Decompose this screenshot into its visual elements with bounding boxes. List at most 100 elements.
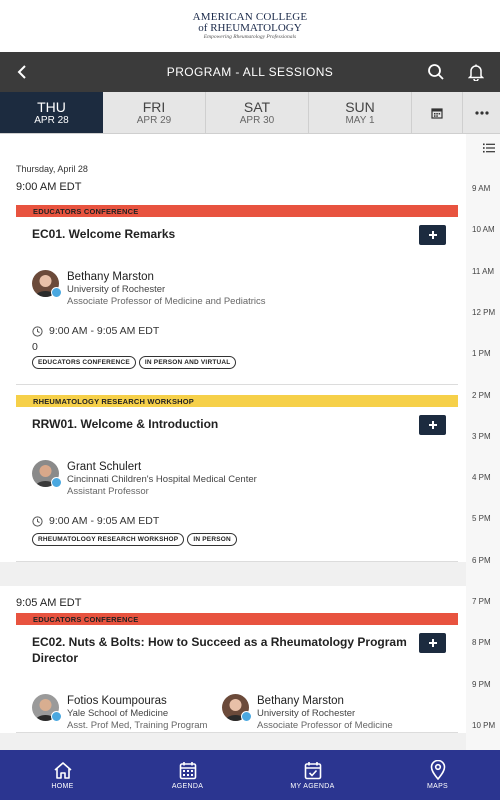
speaker-name: Grant Schulert (67, 461, 142, 473)
hour-label: 11 AM (472, 266, 495, 276)
track-label: EDUCATORS CONFERENCE (16, 613, 458, 625)
clock-icon (32, 515, 43, 527)
avatar (32, 694, 62, 722)
tag: EDUCATORS CONFERENCE (32, 356, 136, 369)
calendar-button[interactable] (412, 92, 463, 133)
day-tabs: THU APR 28 FRI APR 29 SAT APR 30 SUN MAY… (0, 92, 500, 134)
nav-label: HOME (51, 782, 74, 790)
tab-day-name: SUN (345, 98, 375, 115)
session-time-text: 9:00 AM - 9:05 AM EDT (49, 325, 160, 337)
hour-label: 10 PM (472, 720, 496, 730)
session-extra: 0 (32, 341, 38, 353)
tab-day-name: FRI (142, 98, 166, 115)
list-view-icon[interactable] (483, 143, 495, 153)
calendar-check-icon (304, 761, 321, 779)
speaker-name: Bethany Marston (257, 695, 344, 707)
tab-day-date: APR 30 (239, 114, 275, 126)
home-icon (53, 761, 72, 779)
more-options-button[interactable] (463, 92, 500, 133)
session-title[interactable]: EC02. Nuts & Bolts: How to Succeed as a … (32, 634, 412, 666)
session-title[interactable]: RRW01. Welcome & Introduction (32, 416, 412, 432)
hour-label: 9 AM (472, 184, 491, 193)
search-icon (428, 64, 444, 80)
speaker-org: University of Rochester (257, 708, 356, 719)
plus-icon (428, 639, 437, 647)
hour-label: 1 PM (472, 349, 491, 359)
session-card[interactable]: EDUCATORS CONFERENCE EC02. Nuts & Bolts:… (16, 613, 458, 733)
back-button[interactable] (4, 52, 40, 92)
chevron-left-icon (17, 65, 26, 79)
speaker-role: Associate Professor of Medicine (257, 720, 393, 731)
avatar (32, 460, 62, 488)
search-button[interactable] (418, 52, 454, 92)
bottom-nav: HOME AGENDA MY AGENDA MAPS (0, 750, 500, 800)
add-to-agenda-button[interactable] (419, 415, 446, 435)
virtual-badge-icon (51, 711, 62, 722)
add-to-agenda-button[interactable] (419, 633, 446, 653)
tab-day-name: SAT (243, 98, 271, 115)
add-to-agenda-button[interactable] (419, 225, 446, 245)
bell-icon (468, 64, 484, 81)
tab-day-name: THU (37, 98, 66, 115)
brand-header: AMERICAN COLLEGE of RHEUMATOLOGY Empower… (0, 0, 500, 52)
plus-icon (428, 421, 437, 429)
calendar-icon (431, 107, 443, 119)
hour-label: 7 PM (472, 597, 491, 606)
session-title[interactable]: EC01. Welcome Remarks (32, 226, 412, 242)
sessions-content: Thursday, April 28 9:00 AM EDT EDUCATORS… (0, 134, 500, 750)
top-bar: PROGRAM - ALL SESSIONS (0, 52, 500, 92)
track-label: RHEUMATOLOGY RESEARCH WORKSHOP (16, 395, 458, 407)
session-time: 9:00 AM - 9:05 AM EDT (32, 515, 458, 527)
tab-friday[interactable]: FRI APR 29 (103, 92, 206, 133)
session-list: Thursday, April 28 9:00 AM EDT EDUCATORS… (0, 134, 466, 733)
virtual-badge-icon (51, 477, 62, 488)
hour-label: 8 PM (472, 638, 491, 648)
nav-label: MAPS (426, 783, 449, 790)
time-group: Thursday, April 28 9:00 AM EDT EDUCATORS… (0, 134, 466, 562)
logo-tagline: Empowering Rheumatology Professionals (203, 33, 297, 40)
page-title: PROGRAM - ALL SESSIONS (166, 65, 334, 79)
calendar-grid-icon (179, 761, 196, 779)
hour-label: 9 PM (472, 679, 491, 689)
tab-thursday[interactable]: THU APR 28 (0, 92, 103, 133)
session-time: 9:00 AM - 9:05 AM EDT (32, 325, 458, 337)
hour-label: 2 PM (472, 390, 491, 400)
tab-sunday[interactable]: SUN MAY 1 (309, 92, 412, 133)
nav-my-agenda[interactable]: MY AGENDA (250, 750, 375, 800)
speaker[interactable]: Bethany Marston University of Rochester … (222, 694, 412, 732)
speaker-role: Associate Professor of Medicine and Pedi… (67, 296, 266, 307)
group-separator (0, 562, 466, 586)
clock-icon (32, 325, 43, 337)
tab-day-date: MAY 1 (345, 114, 375, 126)
more-horizontal-icon (474, 110, 489, 115)
nav-home[interactable]: HOME (0, 750, 125, 800)
notifications-button[interactable] (458, 52, 494, 92)
hour-label: 3 PM (472, 431, 491, 441)
speaker[interactable]: Bethany Marston University of Rochester … (32, 270, 266, 308)
nav-label: MY AGENDA (290, 782, 335, 790)
hour-rail[interactable]: 9 AM 10 AM 11 AM 12 PM 1 PM 2 PM 3 PM 4 PM 5 PM 6… (466, 134, 500, 750)
speaker-org: University of Rochester (67, 284, 166, 295)
session-card[interactable]: RHEUMATOLOGY RESEARCH WORKSHOP RRW01. We… (16, 395, 458, 562)
speaker[interactable]: Grant Schulert Cincinnati Children's Hos… (32, 460, 257, 498)
session-time-text: 9:00 AM - 9:05 AM EDT (49, 515, 160, 527)
logo-line-1: AMERICAN COLLEGE (192, 10, 308, 23)
tag: IN PERSON (187, 533, 237, 546)
speaker-name: Fotios Koumpouras (67, 695, 167, 707)
hour-label: 10 AM (472, 225, 495, 235)
speaker-role: Asst. Prof Med, Training Program (67, 720, 208, 731)
tab-day-date: APR 29 (136, 114, 172, 126)
tab-day-date: APR 28 (34, 114, 69, 126)
tab-saturday[interactable]: SAT APR 30 (206, 92, 309, 133)
nav-maps[interactable]: MAPS (375, 750, 500, 800)
map-pin-icon (430, 760, 445, 780)
session-card[interactable]: EDUCATORS CONFERENCE EC01. Welcome Remar… (16, 205, 458, 385)
hour-label: 6 PM (472, 555, 491, 565)
avatar (32, 270, 62, 298)
speaker[interactable]: Fotios Koumpouras Yale School of Medicin… (32, 694, 222, 732)
plus-icon (428, 231, 437, 239)
avatar (222, 694, 252, 722)
time-heading: 9:00 AM EDT (16, 181, 82, 193)
track-label: EDUCATORS CONFERENCE (16, 205, 458, 217)
nav-agenda[interactable]: AGENDA (125, 750, 250, 800)
